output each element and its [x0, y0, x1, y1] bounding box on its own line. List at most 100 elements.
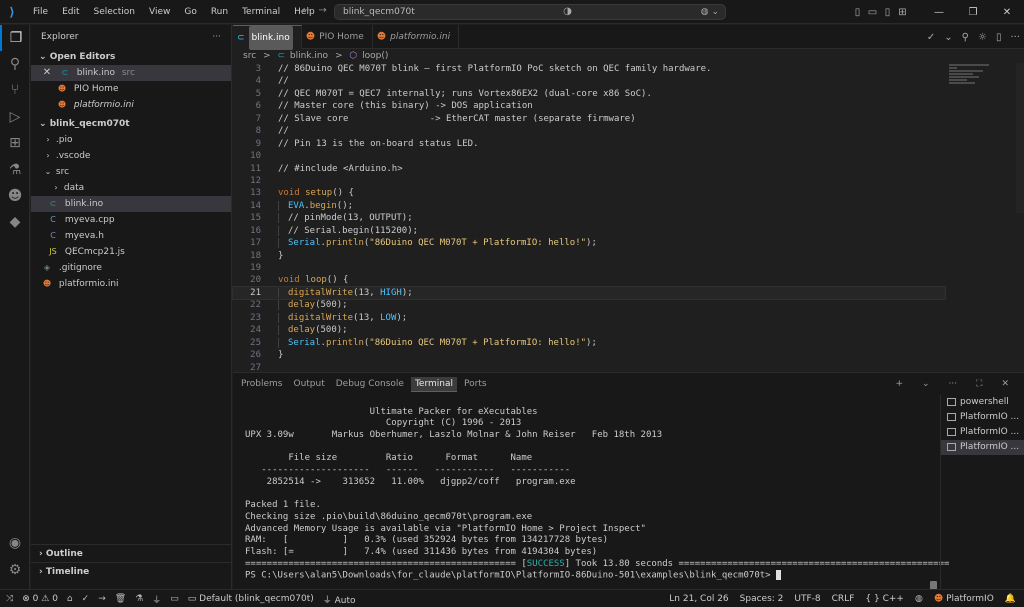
command-center[interactable]: blink_qecm070t ◍ ⌄	[334, 4, 726, 20]
terminal-item-powershell[interactable]: powershell	[941, 395, 1024, 410]
code-line[interactable]: 18}	[233, 250, 945, 262]
test-flask-icon[interactable]: ⚗	[135, 594, 143, 604]
open-editor-blink[interactable]: ✕ ⊂ blink.ino src	[31, 65, 231, 81]
editor-scrollbar[interactable]	[1016, 63, 1024, 213]
copilot-icon[interactable]: ◍	[915, 594, 923, 604]
close-panel-icon[interactable]: ✕	[997, 377, 1013, 391]
close-window-icon[interactable]: ✕	[990, 7, 1024, 18]
source-control-icon[interactable]: ⑂	[0, 77, 30, 103]
menu-go[interactable]: Go	[177, 0, 203, 24]
code-line[interactable]: 22 delay(500);	[233, 299, 945, 311]
code-line[interactable]: 19	[233, 262, 945, 274]
code-line[interactable]: 17 Serial.println("86Duino QEC M070T + Pl…	[233, 237, 945, 249]
breadcrumb-file[interactable]: blink.ino	[290, 51, 328, 61]
code-line[interactable]: 26}	[233, 349, 945, 361]
code-line[interactable]: 16 // Serial.begin(115200);	[233, 225, 945, 237]
menu-run[interactable]: Run	[204, 0, 235, 24]
maximize-panel-icon[interactable]: ⛶	[972, 377, 986, 391]
chevron-down-icon[interactable]: ⌄	[944, 32, 952, 43]
environment-switch[interactable]: ▭ Default (blink_qecm070t)	[188, 594, 314, 604]
tree-item-platformio-ini[interactable]: ☻ platformio.ini	[31, 276, 231, 292]
tab-terminal[interactable]: Terminal	[410, 376, 457, 392]
chevron-down-icon[interactable]: ⌄	[918, 377, 934, 391]
tab-output[interactable]: Output	[289, 377, 328, 391]
problems-status[interactable]: ⊗ 0 ⚠ 0	[22, 594, 58, 604]
code-line[interactable]: 24 delay(500);	[233, 324, 945, 336]
code-area[interactable]: 3 // 86Duino QEC M070T blink — first Plat…	[232, 63, 946, 374]
menu-terminal[interactable]: Terminal	[235, 0, 287, 24]
code-line[interactable]: 25 Serial.println("86Duino QEC M070T + Pl…	[233, 337, 945, 349]
new-terminal-plus-icon[interactable]: +	[891, 377, 907, 391]
files-icon[interactable]: ❐	[0, 25, 30, 51]
cursor-position[interactable]: Ln 21, Col 26	[669, 594, 728, 604]
encoding[interactable]: UTF-8	[794, 594, 820, 604]
restore-icon[interactable]: ❐	[956, 7, 990, 18]
code-line[interactable]: 8 //	[233, 125, 945, 137]
menu-file[interactable]: File	[26, 0, 55, 24]
run-debug-icon[interactable]: ▷	[0, 104, 30, 130]
serial-plug-icon[interactable]: ⏚	[152, 593, 161, 606]
copilot-icon[interactable]: ◍ ⌄	[701, 5, 719, 19]
close-icon[interactable]: ✕	[41, 65, 53, 81]
code-line[interactable]: 11 // #include <Arduino.h>	[233, 163, 945, 175]
outline-section[interactable]: › Outline	[31, 544, 232, 563]
code-line[interactable]: 5 // QEC M070T = QEC7 internally; runs Vo…	[233, 88, 945, 100]
more-actions-icon[interactable]: ···	[945, 377, 962, 391]
remote-icon[interactable]: ⤨	[6, 594, 13, 604]
minimap[interactable]	[949, 63, 1009, 93]
customize-layout-icon[interactable]: ⊞	[895, 7, 910, 18]
tree-item-myeva-cpp[interactable]: C myeva.cpp	[31, 212, 231, 228]
tree-item-gitignore[interactable]: ◈ .gitignore	[31, 260, 231, 276]
terminal-output[interactable]: Ultimate Packer for eXecutables Copyrigh…	[233, 395, 949, 602]
platformio-icon[interactable]: ☻	[0, 183, 30, 209]
more-actions-icon[interactable]: ···	[212, 25, 221, 49]
accounts-circle-icon[interactable]: ◑	[560, 6, 575, 17]
project-section[interactable]: ⌄ blink_qecm070t	[31, 116, 231, 132]
pin-icon[interactable]: ⚲	[962, 32, 969, 43]
indentation[interactable]: Spaces: 2	[740, 594, 784, 604]
tree-item-blink-ino[interactable]: ⊂ blink.ino	[31, 196, 231, 212]
open-editors-section[interactable]: ⌄ Open Editors	[31, 49, 231, 65]
home-icon[interactable]: ⌂	[67, 594, 73, 604]
toggle-sidebar-icon[interactable]: ▯	[850, 7, 865, 18]
settings-gear-icon[interactable]: ⚙	[0, 557, 30, 583]
code-line[interactable]: 4 //	[233, 75, 945, 87]
code-line[interactable]: 3 // 86Duino QEC M070T blink — first Plat…	[233, 63, 945, 75]
menu-view[interactable]: View	[142, 0, 177, 24]
timeline-section[interactable]: › Timeline	[31, 562, 232, 581]
tab-debug-console[interactable]: Debug Console	[332, 377, 408, 391]
menu-edit[interactable]: Edit	[55, 0, 86, 24]
python-icon[interactable]: ◆	[0, 209, 30, 235]
tab-blink-ino[interactable]: ⊂ blink.ino	[233, 25, 302, 50]
terminal-item-platformio[interactable]: PlatformIO ...	[941, 425, 1024, 440]
extensions-icon[interactable]: ⊞	[0, 130, 30, 156]
terminal-prompt[interactable]: PS C:\Users\alan5\Downloads\for_claude\p…	[245, 570, 938, 582]
terminal-item-platformio[interactable]: PlatformIO ...	[941, 410, 1024, 425]
build-check-icon[interactable]: ✓	[82, 594, 90, 604]
toggle-secondary-sidebar-icon[interactable]: ▯	[880, 7, 895, 18]
tab-problems[interactable]: Problems	[237, 377, 286, 391]
platformio-status[interactable]: ☻ PlatformIO	[934, 594, 994, 604]
tree-item-src[interactable]: ⌄ src	[31, 164, 231, 180]
toggle-panel-icon[interactable]: ▭	[865, 7, 880, 18]
code-line[interactable]: 21 digitalWrite(13, HIGH);	[232, 285, 946, 301]
code-line[interactable]: 12	[233, 175, 945, 187]
code-line[interactable]: 9 // Pin 13 is the on-board status LED.	[233, 138, 945, 150]
checkmark-icon[interactable]: ✓	[927, 32, 935, 43]
terminal-icon[interactable]: ▭	[170, 594, 179, 604]
tab-platformio-ini[interactable]: ☻ platformio.ini	[373, 25, 460, 49]
upload-arrow-icon[interactable]: →	[98, 594, 106, 604]
end-of-line[interactable]: CRLF	[832, 594, 855, 604]
tab-pio-home[interactable]: ☻ PIO Home	[302, 25, 373, 49]
code-line[interactable]: 13 void setup() {	[233, 187, 945, 199]
open-editor-platformio-ini[interactable]: ☻ platformio.ini	[31, 97, 231, 113]
split-editor-icon[interactable]: ▯	[996, 32, 1002, 43]
open-editor-pio-home[interactable]: ☻ PIO Home	[31, 81, 231, 97]
notifications-bell-icon[interactable]: 🔔	[1005, 594, 1016, 604]
breadcrumb-symbol[interactable]: loop()	[362, 51, 388, 61]
tree-item-pio[interactable]: › .pio	[31, 132, 231, 148]
tree-item-vscode[interactable]: › .vscode	[31, 148, 231, 164]
tree-item-data[interactable]: › data	[31, 180, 231, 196]
more-actions-icon[interactable]: ···	[1010, 32, 1020, 43]
code-line[interactable]: 10	[233, 150, 945, 162]
